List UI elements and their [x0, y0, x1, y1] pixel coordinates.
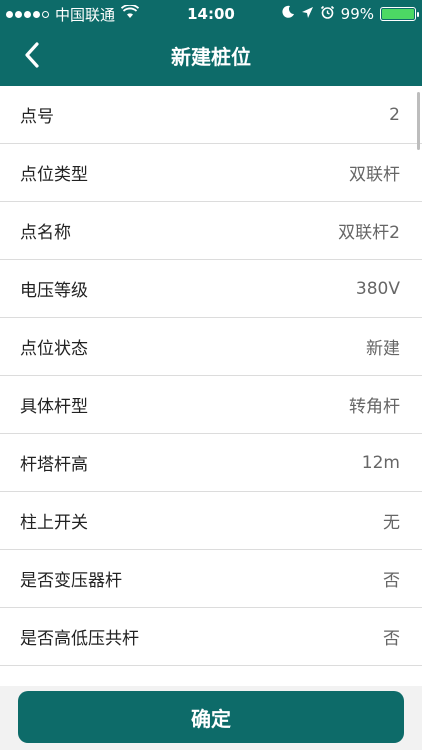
field-value: 2: [389, 104, 400, 125]
field-value: 转角杆: [349, 397, 400, 417]
bottom-bar: 确定: [0, 686, 422, 750]
field-row-pole-height[interactable]: 杆塔杆高 12m: [0, 434, 422, 492]
battery-percentage: 99%: [340, 5, 374, 23]
nav-bar: 新建桩位: [0, 28, 422, 86]
field-value: 380V: [355, 278, 400, 299]
field-value: 12m: [361, 452, 400, 473]
field-label: 电压等级: [20, 281, 88, 301]
field-row-shared-hv-lv-pole[interactable]: 是否高低压共杆 否: [0, 608, 422, 666]
field-row-point-number[interactable]: 点号 2: [0, 86, 422, 144]
alarm-icon: [320, 5, 335, 24]
field-label: 柱上开关: [20, 513, 88, 533]
field-label: 是否变压器杆: [20, 571, 122, 591]
field-value: 双联杆2: [338, 223, 400, 243]
moon-icon: [281, 5, 295, 23]
field-label: 点位类型: [20, 165, 88, 185]
confirm-button[interactable]: 确定: [18, 691, 404, 743]
field-row-point-type[interactable]: 点位类型 双联杆: [0, 144, 422, 202]
field-row-pole-switch[interactable]: 柱上开关 无: [0, 492, 422, 550]
page-title: 新建桩位: [171, 45, 251, 69]
field-value: 新建: [366, 339, 400, 359]
field-row-point-status[interactable]: 点位状态 新建: [0, 318, 422, 376]
scrollbar[interactable]: [417, 92, 420, 150]
field-label: 点位状态: [20, 339, 88, 359]
status-right: 99%: [281, 0, 419, 28]
field-row-voltage-level[interactable]: 电压等级 380V: [0, 260, 422, 318]
field-label: 点名称: [20, 223, 71, 243]
status-bar: 中国联通 14:00 99%: [0, 0, 422, 28]
field-value: 否: [383, 571, 400, 591]
battery-level: [382, 9, 414, 19]
field-row-cut-off[interactable]: [0, 666, 422, 686]
field-value: 无: [383, 513, 400, 533]
field-value: 否: [383, 629, 400, 649]
field-row-pole-type[interactable]: 具体杆型 转角杆: [0, 376, 422, 434]
field-label: 是否高低压共杆: [20, 629, 139, 649]
location-arrow-icon: [301, 5, 314, 23]
field-label: 具体杆型: [20, 397, 88, 417]
field-row-transformer-pole[interactable]: 是否变压器杆 否: [0, 550, 422, 608]
field-row-point-name[interactable]: 点名称 双联杆2: [0, 202, 422, 260]
field-label: 杆塔杆高: [20, 455, 88, 475]
field-value: 双联杆: [349, 165, 400, 185]
field-label: 点号: [20, 107, 54, 127]
battery-icon: [380, 7, 419, 21]
form-list[interactable]: 点号 2 点位类型 双联杆 点名称 双联杆2 电压等级 380V 点位状态 新建…: [0, 86, 422, 686]
